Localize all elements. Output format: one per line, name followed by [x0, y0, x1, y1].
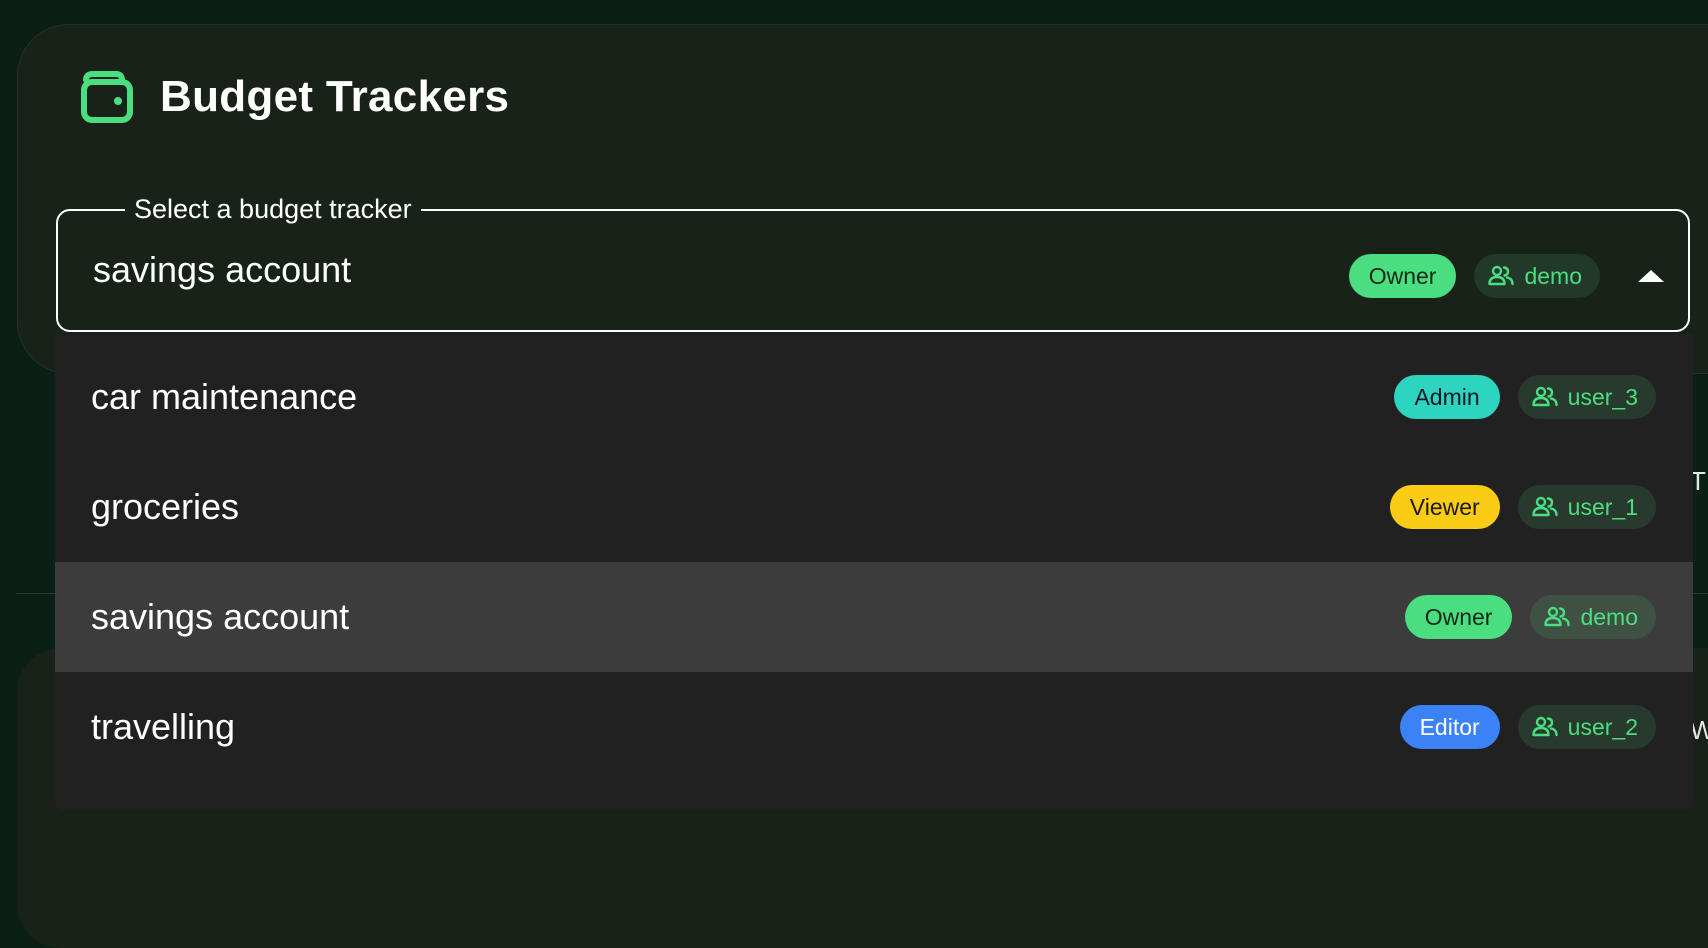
- option-meta: Admin user_3: [1394, 375, 1656, 419]
- users-icon: [1544, 606, 1571, 627]
- owner-chip: user_2: [1517, 705, 1656, 749]
- wallet-icon: [80, 70, 134, 124]
- owner-chip: demo: [1474, 254, 1600, 298]
- dropdown-option-savings-account[interactable]: savings account Owner demo: [55, 562, 1693, 672]
- select-current-value: savings account: [93, 249, 352, 290]
- option-meta: Owner demo: [1404, 595, 1656, 639]
- owner-chip: demo: [1530, 595, 1656, 639]
- dropdown-option-travelling[interactable]: travelling Editor user_2: [55, 672, 1693, 782]
- chevron-up-icon[interactable]: [1638, 270, 1664, 282]
- role-badge: Owner: [1348, 254, 1457, 298]
- budget-tracker-select[interactable]: Select a budget tracker savings account …: [56, 192, 1690, 332]
- page-title: Budget Trackers: [160, 72, 510, 121]
- owner-name: demo: [1524, 262, 1582, 289]
- option-meta: Viewer user_1: [1389, 485, 1656, 529]
- owner-chip: user_3: [1517, 375, 1656, 419]
- option-label: groceries: [91, 486, 240, 527]
- dropdown-option-car-maintenance[interactable]: car maintenance Admin user_3: [55, 342, 1693, 452]
- role-badge: Viewer: [1389, 485, 1500, 529]
- owner-name: user_1: [1567, 493, 1638, 520]
- users-icon: [1488, 265, 1515, 286]
- dropdown-option-groceries[interactable]: groceries Viewer user_1: [55, 452, 1693, 562]
- owner-name: user_2: [1567, 713, 1638, 740]
- budget-tracker-dropdown: car maintenance Admin user_3 groceries V…: [55, 334, 1693, 810]
- option-label: car maintenance: [91, 376, 358, 417]
- owner-name: user_3: [1567, 383, 1638, 410]
- option-meta: Editor user_2: [1399, 705, 1656, 749]
- users-icon: [1531, 496, 1558, 517]
- role-badge: Admin: [1394, 375, 1500, 419]
- users-icon: [1531, 386, 1558, 407]
- owner-chip: user_1: [1517, 485, 1656, 529]
- select-meta: Owner demo: [1348, 254, 1664, 298]
- role-badge: Owner: [1404, 595, 1513, 639]
- role-badge: Editor: [1399, 705, 1500, 749]
- users-icon: [1531, 716, 1558, 737]
- owner-name: demo: [1580, 603, 1638, 630]
- option-label: travelling: [91, 706, 236, 747]
- select-label: Select a budget tracker: [125, 192, 421, 226]
- page-header: Budget Trackers: [80, 70, 509, 124]
- option-label: savings account: [91, 596, 350, 637]
